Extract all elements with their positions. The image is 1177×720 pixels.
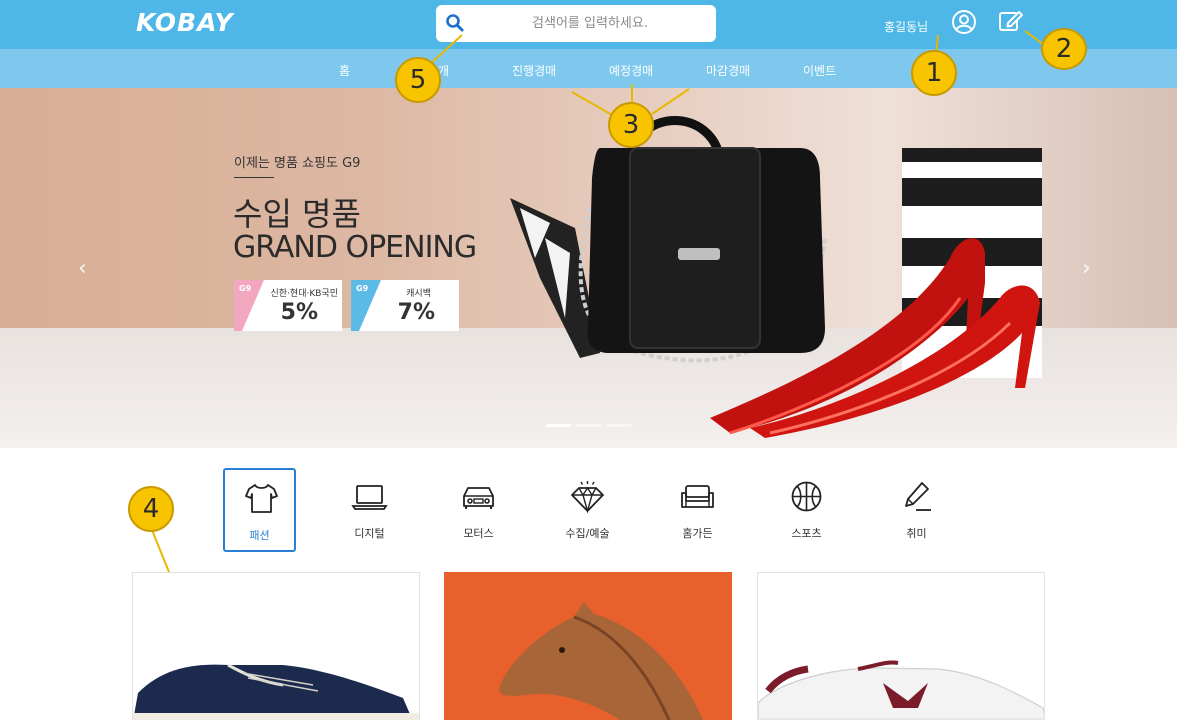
annotation-marker-2: 2 (1041, 28, 1087, 70)
annotation-marker-1: 1 (911, 50, 957, 96)
annotation-marker-4: 4 (128, 486, 174, 532)
annotation-lines (151, 30, 1048, 573)
page: KOBAY 홍길동님 홈 소개 진행경매 예정경매 마감경매 이벤트 (0, 0, 1177, 720)
annotation-marker-5: 5 (395, 57, 441, 103)
annotation-marker-3: 3 (608, 102, 654, 148)
